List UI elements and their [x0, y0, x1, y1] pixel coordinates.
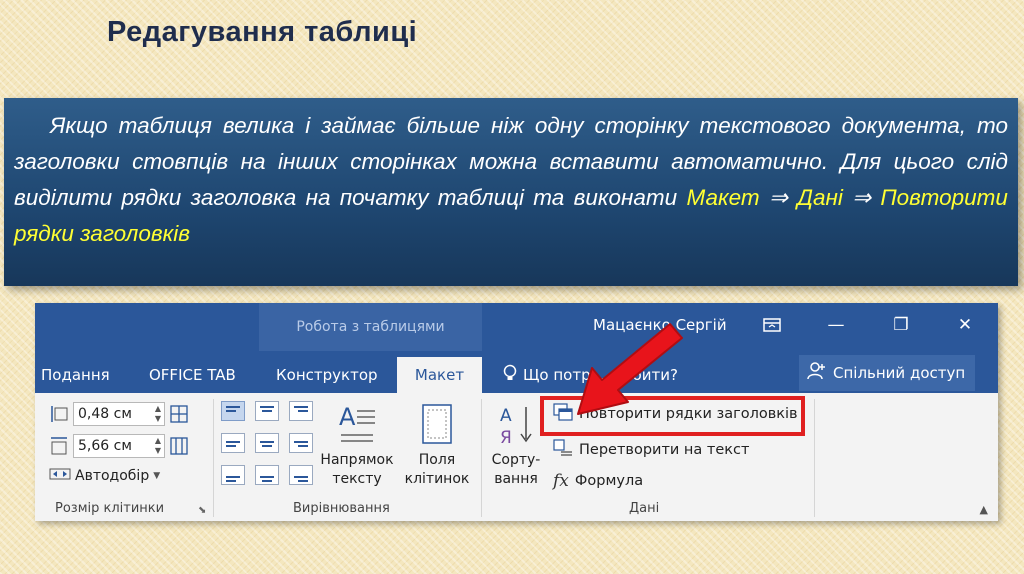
explanation-text: Якщо таблиця велика і займає більше ніж … — [14, 108, 1008, 252]
group-label-alignment: Вирівнювання — [293, 501, 390, 516]
collapse-ribbon-icon[interactable]: ▲ — [980, 503, 988, 516]
path-step-layout: Макет — [686, 185, 760, 210]
align-top-left-button[interactable] — [221, 401, 245, 421]
align-bottom-center-button[interactable] — [255, 465, 279, 485]
path-step-data: Дані — [797, 185, 843, 210]
align-center-right-button[interactable] — [289, 433, 313, 453]
word-ribbon-screenshot: Робота з таблицями Мацаєнко Сергій — ❐ ✕… — [35, 303, 998, 521]
cell-margins-label-2: клітинок — [404, 471, 470, 487]
alignment-grid — [221, 401, 315, 485]
sort-button[interactable]: АЯ Сорту- вання — [485, 401, 547, 489]
path-arrow-1: ⇒ — [768, 185, 788, 210]
group-divider — [481, 399, 482, 517]
tab-view[interactable]: Подання — [35, 357, 116, 393]
align-top-center-button[interactable] — [255, 401, 279, 421]
dialog-launcher-icon[interactable]: ⬊ — [198, 505, 206, 516]
align-top-right-button[interactable] — [289, 401, 313, 421]
column-width-input[interactable]: 5,66 см ▲ ▼ — [73, 434, 165, 458]
formula-button[interactable]: fx Формула — [553, 471, 643, 491]
maximize-button[interactable]: ❐ — [886, 312, 916, 338]
tab-layout[interactable]: Макет — [397, 357, 482, 393]
ribbon-display-icon[interactable] — [757, 312, 787, 338]
tab-office-tab[interactable]: OFFICE TAB — [143, 357, 242, 393]
spin-arrows-icon[interactable]: ▲ ▼ — [155, 436, 161, 456]
explanation-box: Якщо таблиця велика і займає більше ніж … — [4, 98, 1018, 286]
autofit-button[interactable]: Автодобір ▼ — [49, 465, 160, 487]
convert-to-text-label: Перетворити на текст — [579, 442, 750, 458]
spin-arrows-icon[interactable]: ▲ ▼ — [155, 404, 161, 424]
svg-text:Я: Я — [500, 428, 512, 447]
row-height-row: 0,48 см ▲ ▼ — [49, 401, 189, 427]
sort-icon: АЯ — [496, 401, 536, 448]
autofit-label: Автодобір — [75, 468, 150, 484]
tab-design[interactable]: Конструктор — [270, 357, 384, 393]
align-center-button[interactable] — [255, 433, 279, 453]
svg-text:A: A — [339, 403, 356, 431]
lightbulb-icon — [503, 364, 517, 386]
close-button[interactable]: ✕ — [950, 312, 980, 338]
row-height-icon — [49, 404, 69, 424]
text-direction-icon: A — [337, 401, 377, 447]
chevron-down-icon: ▼ — [153, 471, 161, 481]
group-divider — [814, 399, 815, 517]
align-bottom-right-button[interactable] — [289, 465, 313, 485]
group-divider — [213, 399, 214, 517]
slide-title: Редагування таблиці — [107, 16, 418, 48]
group-label-data: Дані — [629, 501, 660, 516]
row-height-value: 0,48 см — [78, 406, 132, 422]
add-person-icon — [807, 361, 827, 385]
sort-label-2: вання — [494, 471, 538, 487]
formula-icon: fx — [553, 471, 569, 491]
ribbon-body: 0,48 см ▲ ▼ 5,66 см ▲ ▼ Автодобір ▼ Розм… — [35, 393, 998, 521]
cell-margins-icon — [417, 401, 457, 447]
convert-to-text-button[interactable]: Перетворити на текст — [553, 439, 749, 461]
distribute-rows-icon[interactable] — [169, 404, 189, 424]
sort-label-1: Сорту- — [491, 452, 541, 468]
align-center-left-button[interactable] — [221, 433, 245, 453]
formula-label: Формула — [574, 473, 644, 489]
column-width-icon — [49, 436, 69, 456]
convert-to-text-icon — [553, 439, 573, 461]
autofit-icon — [49, 465, 71, 487]
cell-margins-button[interactable]: Поля клітинок — [400, 401, 474, 489]
share-label: Спільний доступ — [833, 364, 966, 382]
text-direction-button[interactable]: A Напрямок тексту — [315, 401, 399, 489]
row-height-input[interactable]: 0,48 см ▲ ▼ — [73, 402, 165, 426]
column-width-row: 5,66 см ▲ ▼ — [49, 433, 189, 459]
minimize-button[interactable]: — — [821, 312, 851, 338]
annotation-arrow-icon — [570, 318, 685, 423]
text-direction-label-2: тексту — [332, 471, 382, 487]
align-bottom-left-button[interactable] — [221, 465, 245, 485]
share-button[interactable]: Спільний доступ — [799, 355, 975, 391]
text-direction-label-1: Напрямок — [320, 452, 394, 468]
distribute-columns-icon[interactable] — [169, 436, 189, 456]
cell-margins-label-1: Поля — [418, 452, 456, 468]
group-label-cell-size: Розмір клітинки — [55, 501, 165, 516]
context-tab-title: Робота з таблицями — [259, 303, 482, 351]
path-arrow-2: ⇒ — [852, 185, 872, 210]
column-width-value: 5,66 см — [78, 438, 132, 454]
svg-text:А: А — [500, 406, 512, 426]
